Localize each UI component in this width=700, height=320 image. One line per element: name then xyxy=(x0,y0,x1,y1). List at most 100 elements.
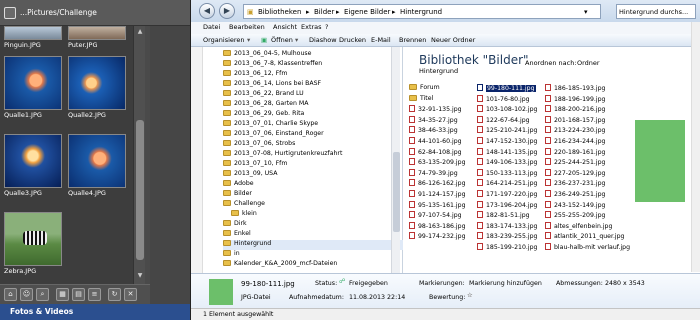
menu-ansicht[interactable]: Ansicht xyxy=(273,23,297,31)
thumbnail-zebra[interactable]: Zebra.JPG xyxy=(2,212,64,276)
tree-item[interactable]: Adobe xyxy=(223,180,403,190)
thumbnail-qualle2[interactable]: Qualle2.JPG xyxy=(66,56,128,120)
file-item[interactable]: 164-214-251.jpg xyxy=(477,179,537,189)
view-icon[interactable]: ▦ xyxy=(56,288,69,301)
file-item[interactable]: 186-185-193.jpg xyxy=(545,84,605,94)
file-item[interactable]: 98-163-186.jpg xyxy=(409,221,466,232)
preview-scrollbar[interactable] xyxy=(691,22,700,272)
file-item[interactable]: 150-133-113.jpg xyxy=(477,168,537,179)
file-item[interactable]: 183-239-255.jpg xyxy=(477,232,537,242)
tree-item[interactable]: 2013_06_22, Brand LU xyxy=(223,90,403,100)
file-item[interactable]: 227-205-129.jpg xyxy=(545,168,605,179)
file-item[interactable]: 255-255-209.jpg xyxy=(545,211,605,221)
file-item[interactable]: 99-180-111.jpg xyxy=(477,84,536,94)
scroll-down-icon[interactable]: ▼ xyxy=(136,272,144,280)
tags-field[interactable]: Markierung hinzufügen xyxy=(469,280,542,287)
file-item[interactable]: 201-168-157.jpg xyxy=(545,115,605,126)
search-icon[interactable]: ⌕ xyxy=(36,288,49,301)
tree-item[interactable]: klein xyxy=(231,210,403,220)
gallery-scrollbar[interactable]: ▲ ▼ xyxy=(133,26,145,284)
file-item[interactable]: 183-174-133.jpg xyxy=(477,221,537,232)
address-dropdown-icon[interactable]: ▾ xyxy=(584,8,588,16)
breadcrumb-bilder[interactable]: Bilder xyxy=(314,8,334,16)
file-item[interactable]: 101-76-80.jpg xyxy=(477,94,530,105)
tree-item[interactable]: 2013_06_14, Lions bei BASF xyxy=(223,80,403,90)
folder-item[interactable]: Titel xyxy=(409,94,433,105)
tab-fotos-videos[interactable]: Fotos & Videos xyxy=(10,307,73,316)
tree-item[interactable]: 2013_07_06, Strobs xyxy=(223,140,403,150)
folder-item[interactable]: Forum xyxy=(409,84,440,94)
file-item[interactable]: atlantik_2011_quer.jpg xyxy=(545,232,625,242)
people-icon[interactable]: ☺ xyxy=(20,288,33,301)
breadcrumb-bibliotheken[interactable]: Bibliotheken xyxy=(258,8,301,16)
scroll-up-icon[interactable]: ▲ xyxy=(136,28,144,36)
file-item[interactable]: 182-81-51.jpg xyxy=(477,211,530,221)
breadcrumb-eigene-bilder[interactable]: Eigene Bilder xyxy=(344,8,390,16)
file-item[interactable]: 149-106-133.jpg xyxy=(477,158,537,168)
file-item[interactable]: 91-124-157.jpg xyxy=(409,190,466,200)
burn-button[interactable]: Brennen xyxy=(399,36,426,44)
file-item[interactable]: altes_elfenbein.jpg xyxy=(545,221,612,232)
organize-dropdown-icon[interactable]: ▾ xyxy=(247,36,250,44)
file-item[interactable]: 147-152-130.jpg xyxy=(477,137,537,147)
scrollbar-thumb[interactable] xyxy=(393,152,400,232)
filter-icon[interactable]: ▤ xyxy=(72,288,85,301)
file-item[interactable]: 236-237-231.jpg xyxy=(545,179,605,189)
file-item[interactable]: 225-244-251.jpg xyxy=(545,158,605,168)
file-item[interactable]: 188-196-199.jpg xyxy=(545,94,605,105)
file-item[interactable]: 236-249-251.jpg xyxy=(545,190,605,200)
menu-extras[interactable]: Extras xyxy=(301,23,322,31)
tree-item[interactable]: 2013_07-08, Hurtigrutenkreuzfahrt xyxy=(223,150,403,160)
file-item[interactable]: 34-35-27.jpg xyxy=(409,115,458,126)
arrange-dropdown[interactable]: Ordner xyxy=(577,59,600,67)
star-icon[interactable]: ☆ xyxy=(467,292,473,299)
rotate-icon[interactable]: ↻ xyxy=(108,288,121,301)
file-item[interactable]: 38-46-33.jpg xyxy=(409,126,458,136)
tree-scrollbar[interactable] xyxy=(391,47,400,273)
file-item[interactable]: 74-79-39.jpg xyxy=(409,168,458,179)
file-item[interactable]: 44-101-60.jpg xyxy=(409,137,462,147)
open-dropdown-icon[interactable]: ▾ xyxy=(295,36,298,44)
tree-item[interactable]: 2013_09, USA xyxy=(223,170,403,180)
tree-item[interactable]: 2013_06_7-8, Klassentreffen xyxy=(223,60,403,70)
tree-item[interactable]: 2013_06_29, Geb. Rita xyxy=(223,110,403,120)
file-item[interactable]: 171-197-220.jpg xyxy=(477,190,537,200)
thumbnail-qualle3[interactable]: Qualle3.JPG xyxy=(2,134,64,198)
email-button[interactable]: E-Mail xyxy=(371,36,391,44)
pin-icon[interactable] xyxy=(4,7,16,19)
thumbnail-puter[interactable]: Puter.JPG xyxy=(66,26,128,50)
scrollbar-thumb[interactable] xyxy=(136,120,144,260)
file-item[interactable]: 122-67-64.jpg xyxy=(477,115,530,126)
forward-icon[interactable]: ▶ xyxy=(219,3,235,19)
tree-item[interactable]: 2013_07_01, Charlie Skype xyxy=(223,120,403,130)
tree-item[interactable]: 2013_07_10, Ffm xyxy=(223,160,403,170)
file-item[interactable]: 97-107-54.jpg xyxy=(409,211,462,221)
thumbnail-qualle4[interactable]: Qualle4.JPG xyxy=(66,134,128,198)
breadcrumb-hintergrund[interactable]: Hintergrund xyxy=(400,8,442,16)
file-item[interactable]: 99-174-232.jpg xyxy=(409,232,466,242)
tree-item[interactable]: Bilder xyxy=(223,190,403,200)
file-item[interactable]: blau-halb-mit verlauf.jpg xyxy=(545,243,630,253)
tree-item[interactable]: 2013_06_28, Garten MA xyxy=(223,100,403,110)
file-item[interactable]: 173-196-204.jpg xyxy=(477,200,537,211)
file-item[interactable]: 63-135-209.jpg xyxy=(409,158,466,168)
organize-button[interactable]: Organisieren xyxy=(203,36,245,44)
tree-item[interactable]: 2013_06_12, Ffm xyxy=(223,70,403,80)
file-item[interactable]: 185-199-210.jpg xyxy=(477,243,537,253)
tree-item[interactable]: Kalender_K&A_2009_mcf-Dateien xyxy=(223,260,403,270)
file-item[interactable]: 148-141-135.jpg xyxy=(477,147,537,158)
address-bar[interactable]: ▣ Bibliotheken ▸ Bilder ▸ Eigene Bilder … xyxy=(243,4,601,19)
tree-item[interactable]: Hintergrund xyxy=(223,240,403,250)
tree-item[interactable]: in xyxy=(223,250,403,260)
file-item[interactable]: 243-152-149.jpg xyxy=(545,200,605,211)
menu-bearbeiten[interactable]: Bearbeiten xyxy=(229,23,265,31)
file-item[interactable]: 62-84-108.jpg xyxy=(409,147,462,158)
file-item[interactable]: 216-234-244.jpg xyxy=(545,137,605,147)
home-icon[interactable]: ⌂ xyxy=(4,288,17,301)
search-input[interactable]: Hintergrund durchs... xyxy=(616,4,696,19)
delete-icon[interactable]: ✕ xyxy=(124,288,137,301)
back-icon[interactable]: ◀ xyxy=(199,3,215,19)
file-item[interactable]: 220-189-161.jpg xyxy=(545,147,605,158)
file-item[interactable]: 213-224-230.jpg xyxy=(545,126,605,136)
tree-item[interactable]: Dirk xyxy=(223,220,403,230)
